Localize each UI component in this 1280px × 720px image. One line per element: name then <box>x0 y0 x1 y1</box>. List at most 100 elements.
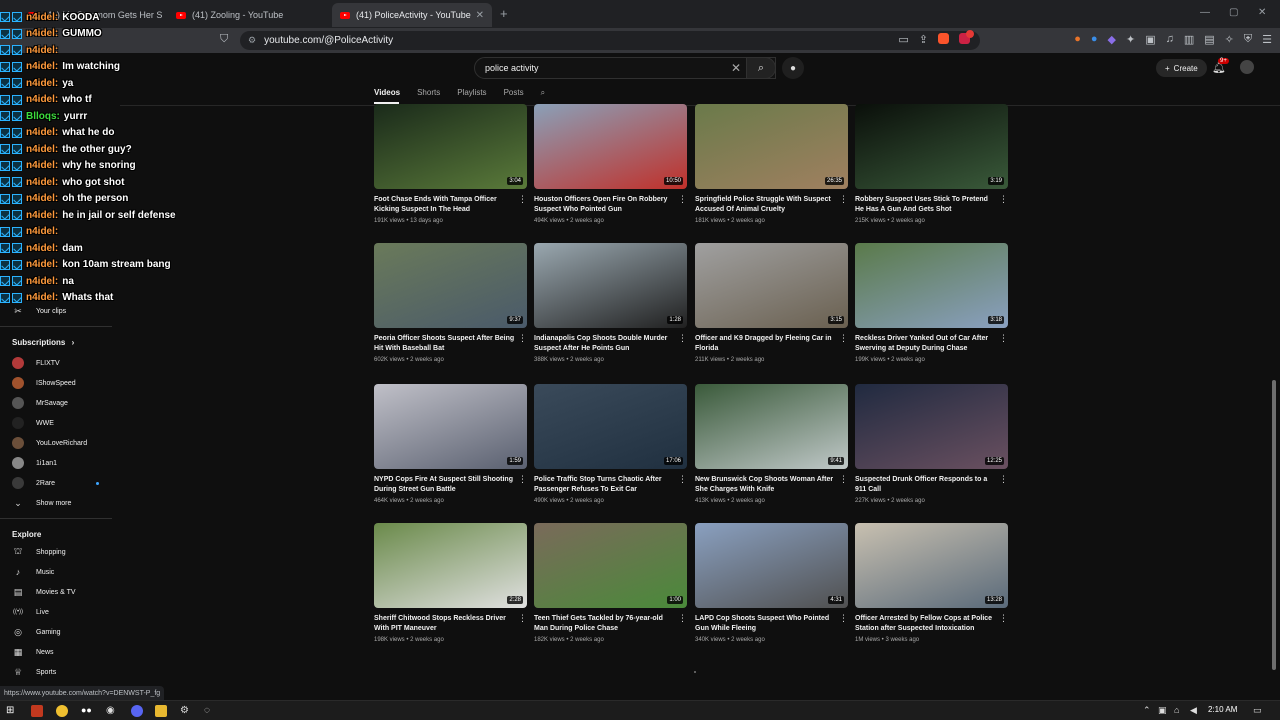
more-options-icon[interactable]: ⋮ <box>999 613 1008 624</box>
tab-videos[interactable]: Videos <box>374 88 400 98</box>
tab-shorts[interactable]: Shorts <box>417 88 440 98</box>
more-options-icon[interactable]: ⋮ <box>678 613 687 624</box>
video-thumbnail[interactable]: 2:28 <box>374 523 527 608</box>
sidebar-explore-item[interactable]: ▦ News <box>0 643 112 661</box>
sidebar-explore-item[interactable]: ((•)) Live <box>0 603 112 621</box>
sidebar-subscription-item[interactable]: YouLoveRichard <box>0 434 112 452</box>
video-thumbnail[interactable]: 3:15 <box>695 243 848 328</box>
sidebar-subscription-item[interactable]: IShowSpeed <box>0 374 112 392</box>
video-thumbnail[interactable]: 17:06 <box>534 384 687 469</box>
obs-icon[interactable]: ◉ <box>106 705 118 717</box>
settings-gear-icon[interactable]: ⚙ <box>180 705 192 717</box>
sidebar-explore-item[interactable]: ◎ Gaming <box>0 623 112 641</box>
video-title[interactable]: Officer and K9 Dragged by Fleeing Car in… <box>695 334 837 354</box>
search-input[interactable]: police activity ✕ <box>474 57 776 79</box>
clear-search-icon[interactable]: ✕ <box>731 61 741 75</box>
sidebar-explore-item[interactable]: ♪ Music <box>0 563 112 581</box>
video-title[interactable]: Foot Chase Ends With Tampa Officer Kicki… <box>374 195 516 215</box>
more-options-icon[interactable]: ⋮ <box>999 333 1008 344</box>
extension-icon[interactable]: ◆ <box>1108 33 1116 46</box>
video-thumbnail[interactable]: 10:50 <box>534 104 687 189</box>
close-tab-icon[interactable]: ✕ <box>476 10 484 21</box>
more-options-icon[interactable]: ⋮ <box>999 474 1008 485</box>
video-title[interactable]: Indianapolis Cop Shoots Double Murder Su… <box>534 334 676 354</box>
video-title[interactable]: NYPD Cops Fire At Suspect Still Shooting… <box>374 475 516 495</box>
video-title[interactable]: Houston Officers Open Fire On Robbery Su… <box>534 195 676 215</box>
vpn-icon[interactable]: ⛨ <box>1244 33 1252 46</box>
tray-overflow-icon[interactable]: ⌃ <box>1143 705 1151 716</box>
discord-icon[interactable] <box>131 705 143 717</box>
tab-posts[interactable]: Posts <box>504 88 524 98</box>
scrollbar-thumb[interactable] <box>1272 380 1276 670</box>
sidebar-subscription-item[interactable]: 2Rare <box>0 474 112 492</box>
more-options-icon[interactable]: ⋮ <box>839 474 848 485</box>
more-options-icon[interactable]: ⋮ <box>518 333 527 344</box>
video-thumbnail[interactable]: 3:19 <box>855 104 1008 189</box>
volume-icon[interactable]: ◀ <box>1190 705 1197 716</box>
more-options-icon[interactable]: ⋮ <box>518 613 527 624</box>
sidebar-explore-item[interactable]: ▤ Movies & TV <box>0 583 112 601</box>
browser-tab-3-active[interactable]: (41) PoliceActivity - YouTube ✕ <box>332 3 492 27</box>
chrome-icon[interactable] <box>56 705 68 717</box>
extension-icon[interactable]: ▣ <box>1145 33 1155 46</box>
video-title[interactable]: Peoria Officer Shoots Suspect After Bein… <box>374 334 516 354</box>
search-button[interactable]: ⌕ <box>746 57 776 79</box>
share-icon[interactable]: ⇪ <box>919 33 928 46</box>
show-more-button[interactable]: ⌄ Show more <box>0 494 112 512</box>
brave-shield-icon[interactable] <box>938 33 949 44</box>
cast-icon[interactable]: ▭ <box>898 33 908 46</box>
sidebar-subscription-item[interactable]: MrSavage <box>0 394 112 412</box>
video-title[interactable]: Sheriff Chitwood Stops Reckless Driver W… <box>374 614 516 634</box>
video-thumbnail[interactable]: 9:37 <box>374 243 527 328</box>
video-thumbnail[interactable]: 1:28 <box>534 243 687 328</box>
close-window-icon[interactable]: ✕ <box>1258 7 1266 18</box>
app-icon[interactable]: ●● <box>81 705 93 717</box>
video-title[interactable]: Suspected Drunk Officer Responds to a 91… <box>855 475 997 495</box>
more-options-icon[interactable]: ⋮ <box>678 194 687 205</box>
more-options-icon[interactable]: ⋮ <box>839 194 848 205</box>
video-title[interactable]: LAPD Cop Shoots Suspect Who Pointed Gun … <box>695 614 837 634</box>
video-thumbnail[interactable]: 1:00 <box>534 523 687 608</box>
video-thumbnail[interactable]: 4:31 <box>695 523 848 608</box>
sidebar-subscription-item[interactable]: WWE <box>0 414 112 432</box>
site-info-icon[interactable]: ⚙ <box>248 35 256 46</box>
video-title[interactable]: Police Traffic Stop Turns Chaotic After … <box>534 475 676 495</box>
video-thumbnail[interactable]: 3:18 <box>855 243 1008 328</box>
music-note-icon[interactable]: ♫ <box>1166 33 1174 46</box>
video-thumbnail[interactable]: 9:41 <box>695 384 848 469</box>
windows-start-icon[interactable]: ⊞ <box>6 705 18 717</box>
browser-tab-2[interactable]: (41) Zooling - YouTube <box>168 3 328 27</box>
brave-rewards-icon[interactable] <box>959 30 974 44</box>
video-title[interactable]: Robbery Suspect Uses Stick To Pretend He… <box>855 195 997 215</box>
video-thumbnail[interactable]: 3:04 <box>374 104 527 189</box>
video-thumbnail[interactable]: 26:35 <box>695 104 848 189</box>
video-title[interactable]: Officer Arrested by Fellow Cops at Polic… <box>855 614 997 634</box>
app-icon[interactable]: ◌ <box>204 705 216 717</box>
notification-center-icon[interactable]: ▭ <box>1253 705 1262 716</box>
sidebar-explore-item[interactable]: ⛫ Shopping <box>0 543 112 561</box>
video-thumbnail[interactable]: 12:25 <box>855 384 1008 469</box>
extension-icon[interactable]: ● <box>1091 33 1098 46</box>
more-options-icon[interactable]: ⋮ <box>839 613 848 624</box>
voice-search-button[interactable]: ● <box>782 57 804 79</box>
extension-icon[interactable]: ● <box>1074 33 1081 46</box>
more-options-icon[interactable]: ⋮ <box>999 194 1008 205</box>
video-thumbnail[interactable]: 1:59 <box>374 384 527 469</box>
network-icon[interactable]: ⌂ <box>1174 705 1179 715</box>
video-title[interactable]: Reckless Driver Yanked Out of Car After … <box>855 334 997 354</box>
more-options-icon[interactable]: ⋮ <box>839 333 848 344</box>
menu-icon[interactable]: ☰ <box>1262 33 1272 46</box>
display-icon[interactable]: ▣ <box>1158 705 1167 716</box>
puzzle-icon[interactable]: ✦ <box>1126 33 1135 46</box>
sidebar-subscription-item[interactable]: 1i1an1 <box>0 454 112 472</box>
wallet-icon[interactable]: ▤ <box>1204 33 1214 46</box>
sidebar-explore-item[interactable]: ♕ Sports <box>0 663 112 681</box>
bookmark-icon[interactable]: ⛉ <box>220 33 228 46</box>
video-title[interactable]: Teen Thief Gets Tackled by 76-year-old M… <box>534 614 676 634</box>
video-thumbnail[interactable]: 13:28 <box>855 523 1008 608</box>
channel-search-icon[interactable]: ⌕ <box>541 88 545 98</box>
leo-icon[interactable]: ✧ <box>1225 33 1234 46</box>
more-options-icon[interactable]: ⋮ <box>678 333 687 344</box>
account-avatar[interactable] <box>1240 60 1254 74</box>
new-tab-button[interactable]: + <box>500 6 508 21</box>
